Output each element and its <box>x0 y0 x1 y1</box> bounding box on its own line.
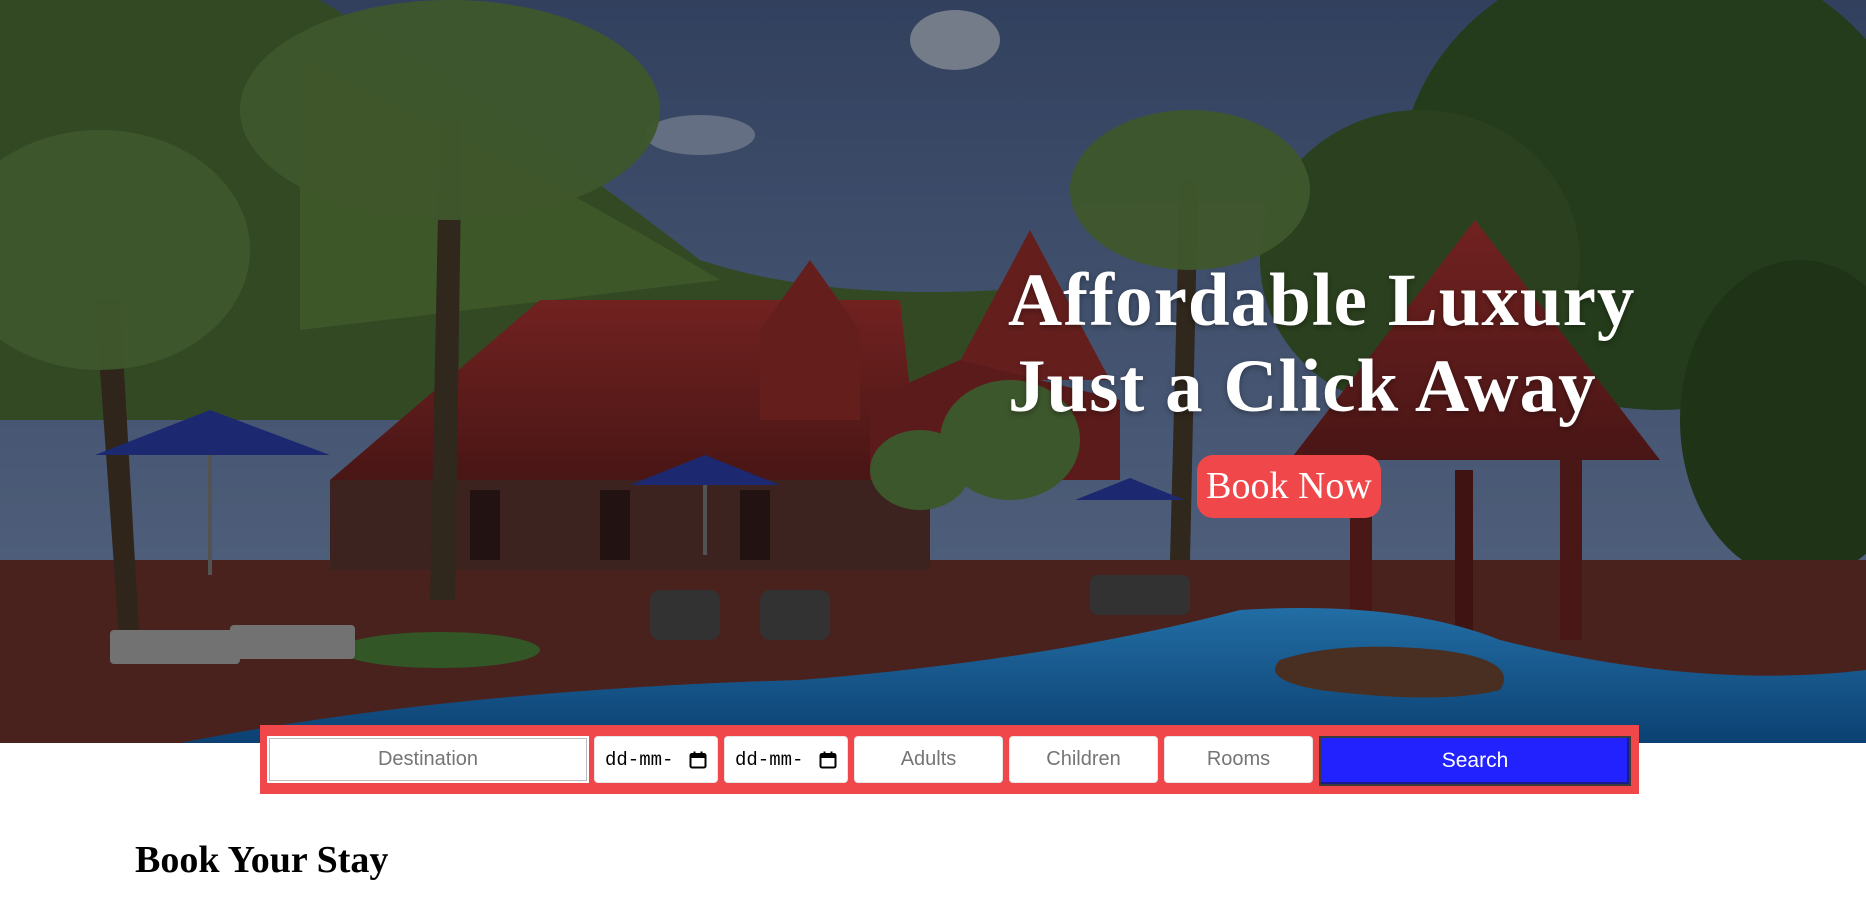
hero-headline: Affordable Luxury Just a Click Away <box>1008 258 1635 430</box>
hero-headline-line1: Affordable Luxury <box>1008 259 1636 342</box>
section-title: Book Your Stay <box>135 839 389 881</box>
adults-input[interactable] <box>854 736 1003 783</box>
search-button[interactable]: Search <box>1319 736 1631 786</box>
children-input[interactable] <box>1009 736 1158 783</box>
calendar-icon[interactable] <box>689 751 707 769</box>
check-in-date-value: dd-mm- <box>605 748 674 771</box>
check-out-date-value: dd-mm- <box>735 748 804 771</box>
check-out-date-input[interactable]: dd-mm- <box>724 736 848 783</box>
booking-search-bar: dd-mm- dd-mm- Search <box>260 725 1639 794</box>
hero-banner: Affordable Luxury Just a Click Away Book… <box>0 0 1866 743</box>
check-in-date-input[interactable]: dd-mm- <box>594 736 718 783</box>
calendar-icon[interactable] <box>819 751 837 769</box>
destination-input[interactable] <box>267 736 589 783</box>
book-now-button[interactable]: Book Now <box>1197 455 1381 518</box>
rooms-input[interactable] <box>1164 736 1313 783</box>
hero-headline-line2: Just a Click Away <box>1008 345 1597 428</box>
